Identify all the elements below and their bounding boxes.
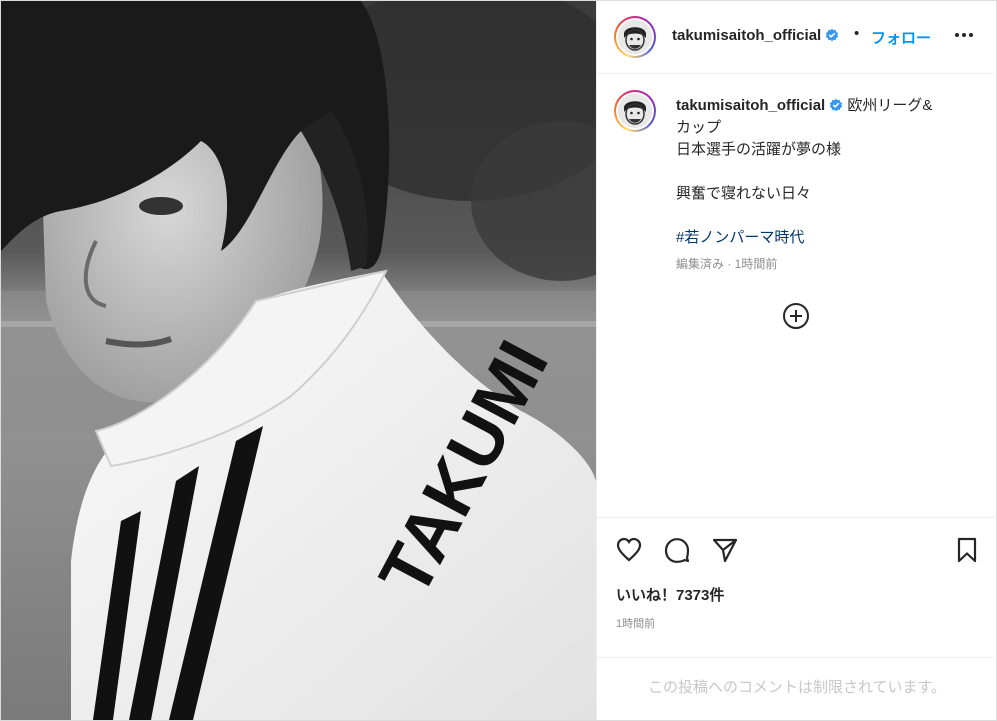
verified-badge-icon <box>826 28 839 42</box>
post-actions: いいね！7373件 1時間前 この投稿へのコメントは制限されています。 <box>597 517 997 713</box>
caption-avatar[interactable] <box>614 90 656 132</box>
caption-verified-badge-icon <box>830 98 843 112</box>
caption-avatar-illustration <box>618 94 652 128</box>
post-time[interactable]: 1時間前 <box>616 615 655 631</box>
caption-line-2: 日本選手の活躍が夢の様 <box>676 141 842 158</box>
share-icon[interactable] <box>711 536 739 564</box>
avatar-illustration <box>618 20 652 54</box>
header-username[interactable]: takumisaitoh_official <box>672 27 839 44</box>
post-header: takumisaitoh_official • フォロー <box>597 1 997 74</box>
post-photo[interactable]: TAKUMI <box>1 1 596 720</box>
more-options-icon[interactable] <box>953 25 975 45</box>
photo-illustration: TAKUMI <box>1 1 596 720</box>
caption-username[interactable]: takumisaitoh_official <box>676 97 825 114</box>
caption-line-0: 欧州リーグ& <box>847 97 933 114</box>
instagram-post: TAKUMI takumisaitoh_official • フォロー taku… <box>0 0 997 721</box>
caption-line-4: 興奮で寝れない日々 <box>676 185 812 202</box>
caption-line-1: カップ <box>676 119 722 136</box>
avatar[interactable] <box>614 16 656 58</box>
caption-line-3 <box>676 161 976 183</box>
likes-count[interactable]: いいね！7373件 <box>616 584 724 605</box>
heart-icon[interactable] <box>615 536 643 564</box>
comment-restricted-notice: この投稿へのコメントは制限されています。 <box>597 657 997 720</box>
add-circle-icon[interactable] <box>781 301 811 331</box>
caption-text: takumisaitoh_official 欧州リーグ& カップ 日本選手の活躍… <box>676 95 976 249</box>
caption-meta: 編集済み · 1時間前 <box>676 257 778 271</box>
follow-button[interactable]: フォロー <box>871 27 931 48</box>
post-side-panel: takumisaitoh_official • フォロー takumisaito… <box>596 1 997 720</box>
hashtag-link[interactable]: #若ノンパーマ時代 <box>676 227 976 249</box>
caption-line-5 <box>676 205 976 227</box>
header-username-text[interactable]: takumisaitoh_official <box>672 27 821 44</box>
header-separator: • <box>854 25 860 42</box>
bookmark-icon[interactable] <box>953 536 981 564</box>
comment-icon[interactable] <box>663 536 691 564</box>
